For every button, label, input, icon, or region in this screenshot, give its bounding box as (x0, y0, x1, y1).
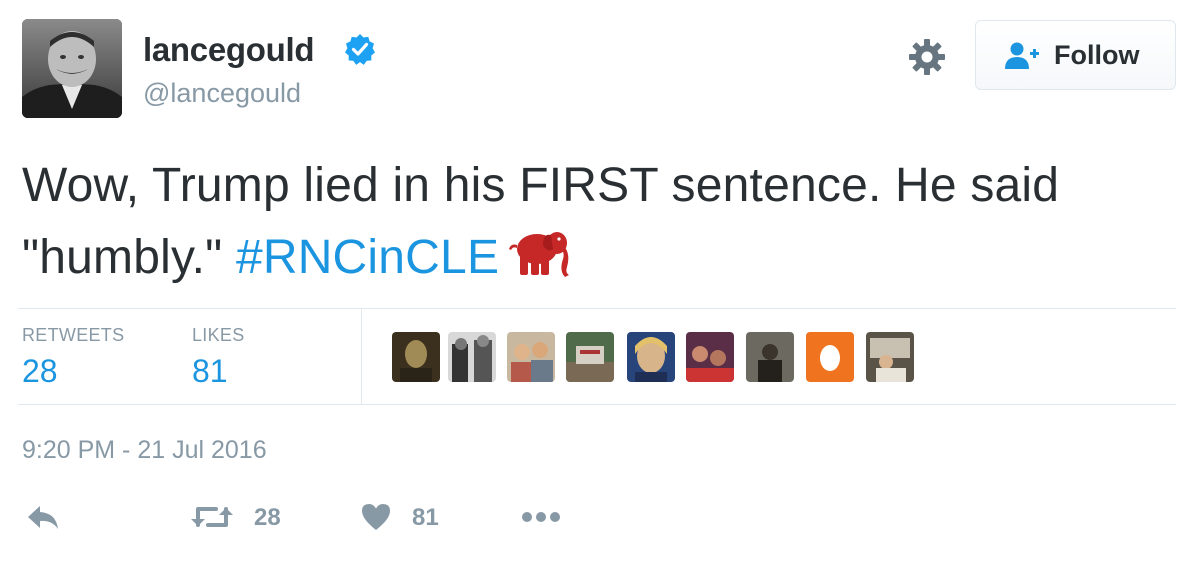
display-name[interactable]: lancegould (143, 30, 314, 70)
tweet-text: Wow, Trump lied in his FIRST sentence. H… (22, 150, 1162, 294)
liker-avatar[interactable] (566, 332, 614, 382)
liker-avatar[interactable] (686, 332, 734, 382)
liker-avatar[interactable] (392, 332, 440, 382)
liker-avatar[interactable] (746, 332, 794, 382)
liker-avatar[interactable] (507, 332, 555, 382)
retweets-label: RETWEETS (22, 325, 125, 345)
avatar[interactable] (22, 19, 122, 118)
follow-button[interactable]: Follow (975, 20, 1176, 90)
divider-bottom (18, 404, 1176, 405)
divider-top (18, 308, 1176, 309)
verified-badge-icon (345, 34, 375, 65)
more-dots-icon[interactable] (520, 499, 562, 535)
hashtag-link[interactable]: #RNCinCLE (236, 231, 499, 284)
likes-count[interactable]: 81 (192, 352, 228, 390)
heart-icon[interactable] (360, 499, 392, 535)
red-elephant-icon (509, 232, 570, 277)
follow-person-plus-icon (1005, 42, 1039, 69)
retweets-count[interactable]: 28 (22, 352, 58, 390)
stats-divider (361, 309, 362, 404)
likes-label: LIKES (192, 325, 245, 345)
liker-avatar[interactable] (448, 332, 496, 382)
liker-avatar[interactable] (806, 332, 854, 382)
retweet-count: 28 (254, 504, 281, 531)
follow-label: Follow (1054, 40, 1140, 70)
liker-avatar[interactable] (866, 332, 914, 382)
gear-icon[interactable] (906, 36, 948, 78)
liker-avatar[interactable] (627, 332, 675, 382)
screen-name[interactable]: @lancegould (143, 76, 301, 110)
reply-icon[interactable] (24, 499, 62, 535)
like-count: 81 (412, 504, 439, 531)
tweet-timestamp[interactable]: 9:20 PM - 21 Jul 2016 (22, 435, 267, 465)
retweet-icon[interactable] (190, 499, 234, 535)
